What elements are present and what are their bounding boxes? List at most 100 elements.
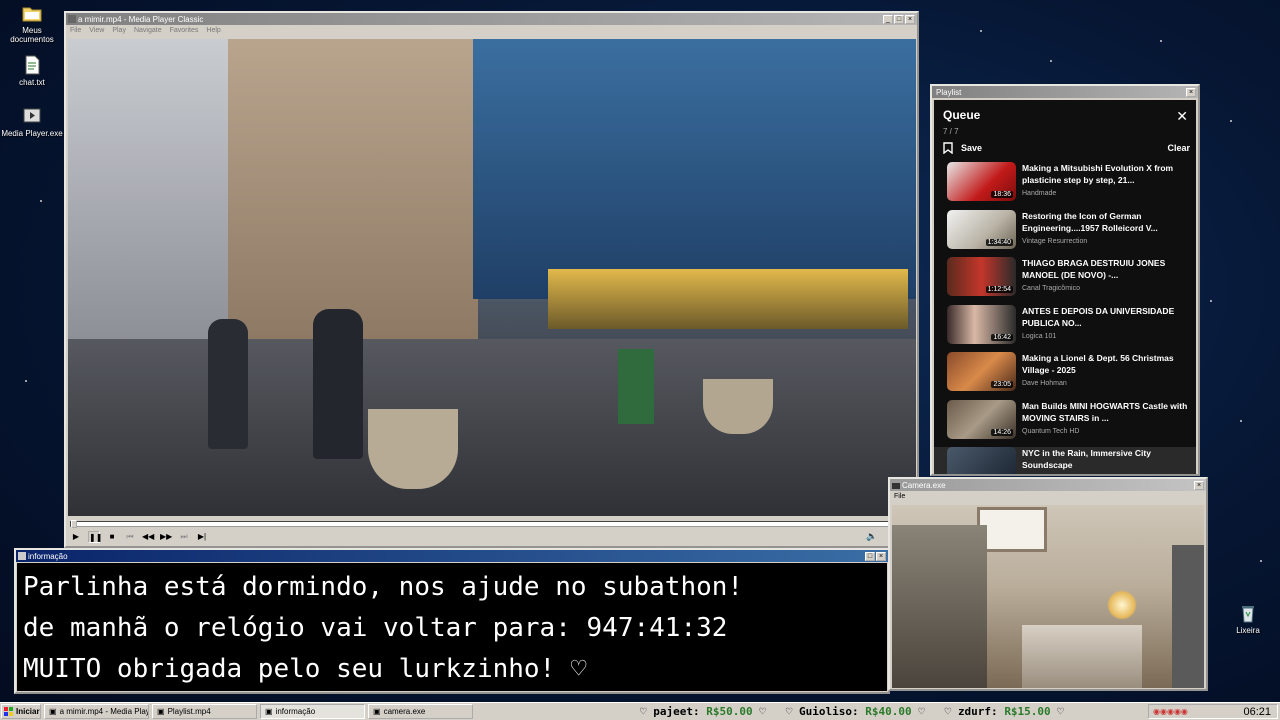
seek-thumb[interactable] (71, 520, 77, 528)
queue-item[interactable]: 23:05 Making a Lionel & Dept. 56 Christm… (934, 352, 1196, 400)
camera-chair (892, 525, 987, 688)
start-button[interactable]: Iniciar (1, 704, 41, 719)
clear-button[interactable]: Clear (1167, 143, 1190, 153)
desktop-icon-label: Lixeira (1236, 626, 1260, 635)
task-camera[interactable]: ▣ camera.exe (368, 704, 473, 719)
queue-title: Queue (943, 108, 981, 122)
seek-bar[interactable] (70, 520, 910, 528)
video-thumbnail: 23:05 (947, 352, 1016, 391)
info-titlebar[interactable]: informação □ × (16, 550, 888, 562)
donor-name: pajeet: (653, 705, 700, 718)
rewind-icon[interactable]: ◀◀ (142, 531, 154, 543)
pause-icon[interactable]: ❚❚ (88, 531, 102, 543)
info-window[interactable]: informação □ × Parlinha está dormindo, n… (14, 548, 890, 694)
desktop-icon-documents[interactable]: Meus documentos (0, 2, 64, 44)
folder-icon (22, 7, 42, 22)
desktop-icon-recycle-bin[interactable]: Lixeira (1216, 602, 1280, 635)
task-playlist[interactable]: ▣ Playlist.mp4 (152, 704, 257, 719)
camera-feed (892, 505, 1204, 688)
video-storefront (548, 269, 908, 329)
playlist-window[interactable]: Playlist × Queue 7 / 7 ✕ Save Clear 18:3… (930, 84, 1200, 476)
queue-item-title: NYC in the Rain, Immersive City Soundsca… (1022, 448, 1151, 470)
menu-favorites[interactable]: Favorites (170, 27, 199, 34)
task-icon: ▣ (157, 707, 165, 716)
media-player-window[interactable]: a mimir.mp4 - Media Player Classic _ □ ×… (64, 11, 919, 548)
queue-item-title: ANTES E DEPOIS DA UNIVERSIDADE PUBLICA N… (1022, 305, 1175, 328)
close-button[interactable]: × (1194, 480, 1204, 490)
menu-play[interactable]: Play (112, 27, 126, 34)
frame-step-icon[interactable]: ▶| (196, 531, 208, 543)
volume-icon[interactable]: 🔈 (866, 531, 877, 542)
queue-item-title: THIAGO BRAGA DESTRUIU JONES MANOEL (DE N… (1022, 258, 1166, 280)
playlist-window-title: Playlist (936, 87, 962, 97)
queue-item-channel: Handmade (1022, 190, 1057, 197)
minimize-button[interactable]: _ (883, 14, 893, 24)
menu-view[interactable]: View (89, 27, 104, 34)
video-building (228, 39, 478, 339)
task-media-player[interactable]: ▣a mimir.mp4 - Media Playe... (44, 704, 149, 719)
save-button[interactable]: Save (943, 142, 982, 154)
info-message: Parlinha está dormindo, nos ajude no sub… (17, 563, 887, 691)
maximize-button[interactable]: □ (894, 14, 904, 24)
camera-lamp (1107, 590, 1137, 620)
camera-monitor (1172, 545, 1204, 688)
maximize-button[interactable]: □ (865, 551, 875, 561)
task-label: Playlist.mp4 (167, 707, 211, 716)
video-frame[interactable] (68, 39, 916, 516)
player-title: a mimir.mp4 - Media Player Classic (78, 14, 204, 24)
close-button[interactable]: × (1186, 87, 1196, 97)
menu-navigate[interactable]: Navigate (134, 27, 162, 34)
video-thumbnail: 16:42 (947, 304, 1016, 344)
close-icon[interactable]: ✕ (1176, 108, 1188, 125)
desktop-icon-chat[interactable]: chat.txt (0, 54, 64, 87)
stop-icon[interactable]: ■ (106, 531, 118, 543)
info-line: Parlinha está dormindo, nos ajude no sub… (23, 572, 744, 602)
queue-item-title: Making a Lionel & Dept. 56 Christmas Vil… (1022, 353, 1174, 375)
task-icon: ▣ (49, 707, 57, 716)
info-title: informação (28, 551, 68, 561)
skip-back-icon[interactable]: ⏮ (124, 531, 136, 543)
camera-desk (1022, 625, 1142, 688)
close-button[interactable]: × (876, 551, 886, 561)
fast-forward-icon[interactable]: ▶▶ (160, 531, 172, 543)
queue-item[interactable]: 18:36 Making a Mitsubishi Evolution X fr… (934, 162, 1196, 210)
video-planter (703, 379, 773, 434)
play-icon[interactable]: ▶ (70, 531, 82, 543)
camera-icon (892, 483, 900, 489)
menu-help[interactable]: Help (206, 27, 220, 34)
desktop-icon-label: Media Player.exe (1, 129, 63, 138)
queue-item-title: Restoring the Icon of German Engineering… (1022, 210, 1158, 233)
duration-badge: 18:36 (991, 191, 1013, 198)
video-trash-can (618, 349, 654, 424)
save-label: Save (961, 143, 983, 153)
video-person (208, 319, 248, 449)
player-titlebar[interactable]: a mimir.mp4 - Media Player Classic _ □ × (66, 13, 917, 25)
info-line: MUITO obrigada pelo seu lurkzinho! ♡ (23, 654, 587, 684)
camera-titlebar[interactable]: Camera.exe × (890, 479, 1206, 491)
queue-item[interactable]: NYC in the Rain, Immersive City Soundsca… (934, 447, 1196, 474)
camera-window[interactable]: Camera.exe × File (888, 477, 1208, 691)
info-line: de manhã o relógio vai voltar para: 947:… (23, 613, 728, 643)
menu-file[interactable]: File (894, 493, 905, 500)
video-thumbnail: 18:36 (947, 162, 1016, 201)
video-thumbnail: 1:34:40 (947, 209, 1016, 249)
queue-item[interactable]: 1:12:54 THIAGO BRAGA DESTRUIU JONES MANO… (934, 257, 1196, 305)
queue-count: 7 / 7 (943, 127, 959, 136)
playlist-titlebar[interactable]: Playlist × (932, 86, 1198, 98)
windows-logo-icon (4, 706, 13, 716)
queue-item-channel: Canal Tragicômico (1022, 285, 1080, 292)
menu-file[interactable]: File (70, 27, 81, 34)
tray-icons[interactable]: ◉◉◉◉◉ (1149, 707, 1188, 716)
desktop-icon-media-player[interactable]: Media Player.exe (0, 105, 64, 138)
queue-item-title: Man Builds MINI HOGWARTS Castle with MOV… (1022, 400, 1188, 423)
clock: 06:21 (1243, 705, 1271, 718)
close-button[interactable]: × (905, 14, 915, 24)
duration-badge: 16:42 (991, 333, 1013, 341)
camera-window-frame (977, 507, 1047, 552)
queue-item[interactable]: 1:34:40 Restoring the Icon of German Eng… (934, 209, 1196, 258)
queue-item[interactable]: 14:26 Man Builds MINI HOGWARTS Castle wi… (934, 399, 1196, 448)
skip-forward-icon[interactable]: ⏭ (178, 531, 190, 543)
queue-item[interactable]: 16:42 ANTES E DEPOIS DA UNIVERSIDADE PUB… (934, 304, 1196, 353)
task-info[interactable]: ▣ informação (260, 704, 365, 719)
start-label: Iniciar (16, 707, 40, 716)
